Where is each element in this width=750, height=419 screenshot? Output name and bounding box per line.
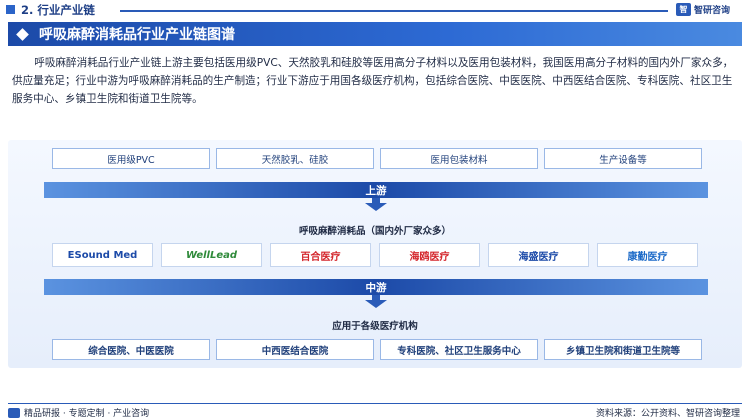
- company-logo: 康勤医疗: [597, 243, 698, 267]
- downstream-item: 乡镇卫生院和街道卫生院等: [544, 339, 702, 360]
- midstream-heading: 呼吸麻醉消耗品（国内外厂家众多）: [298, 226, 451, 237]
- down-arrow-icon: [365, 300, 387, 308]
- upstream-item: 医用级PVC: [52, 148, 210, 169]
- haisheng-logo: 海盛医疗: [518, 251, 559, 263]
- esound-logo: ESound Med: [67, 249, 138, 261]
- downstream-item: 综合医院、中医医院: [52, 339, 210, 360]
- footer-divider: [8, 403, 742, 404]
- brand-mark-icon: [8, 407, 20, 418]
- diamond-icon: [16, 27, 29, 41]
- company-logo: 百合医疗: [270, 243, 371, 267]
- midstream-stage-label: 中游: [365, 281, 387, 294]
- downstream-item: 专科医院、社区卫生服务中心: [380, 339, 538, 360]
- baihe-logo: 百合医疗: [300, 251, 341, 263]
- midstream-stage-bar: 中游: [44, 279, 708, 295]
- top-header: 2. 行业产业链 智 智研咨询: [0, 0, 750, 20]
- upstream-stage-bar: 上游: [44, 182, 708, 198]
- brand-logo-icon: 智: [676, 3, 691, 16]
- upstream-item: 生产设备等: [544, 148, 702, 169]
- footer-slogan: 精品研报 · 专题定制 · 产业咨询: [24, 409, 150, 419]
- brand-name: 智研咨询: [694, 6, 731, 16]
- upstream-item: 医用包装材料: [380, 148, 538, 169]
- downstream-item: 中西医结合医院: [216, 339, 374, 360]
- source-note: 资料来源：公开资料、智研咨询整理: [595, 409, 740, 419]
- header-divider: [120, 10, 668, 12]
- footer: 精品研报 · 专题定制 · 产业咨询 资料来源：公开资料、智研咨询整理: [0, 400, 750, 419]
- description-paragraph: 呼吸麻醉消耗品行业产业链上游主要包括医用级PVC、天然胶乳和硅胶等医用高分子材料…: [12, 57, 734, 105]
- page-title: 呼吸麻醉消耗品行业产业链图谱: [39, 27, 235, 43]
- haiou-logo: 海鸥医疗: [409, 251, 450, 263]
- company-logo: 海鸥医疗: [379, 243, 480, 267]
- brand: 智 智研咨询: [676, 3, 730, 16]
- company-logo: WellLead: [161, 243, 262, 267]
- section-title: 2. 行业产业链: [21, 3, 95, 17]
- welllead-logo: WellLead: [185, 249, 238, 261]
- downstream-heading: 应用于各级医疗机构: [332, 321, 418, 332]
- company-logo: ESound Med: [52, 243, 153, 267]
- footer-left: 精品研报 · 专题定制 · 产业咨询: [8, 406, 149, 419]
- kangqin-logo: 康勤医疗: [627, 251, 668, 263]
- upstream-item: 天然胶乳、硅胶: [216, 148, 374, 169]
- down-arrow-icon: [365, 203, 387, 211]
- upstream-stage-label: 上游: [365, 184, 387, 197]
- company-logo: 海盛医疗: [488, 243, 589, 267]
- title-banner: 呼吸麻醉消耗品行业产业链图谱: [8, 22, 742, 46]
- section-marker-icon: [6, 5, 15, 14]
